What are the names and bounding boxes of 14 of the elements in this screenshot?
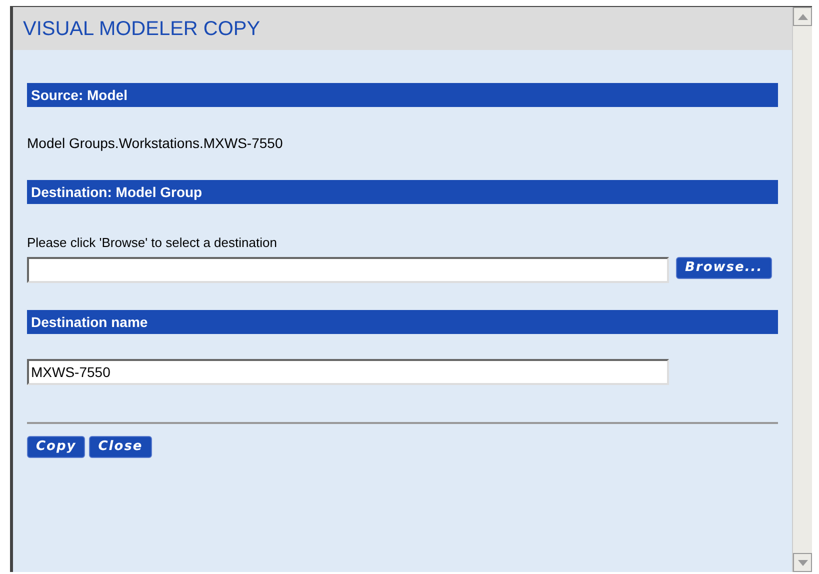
- scrollbar[interactable]: [792, 7, 812, 572]
- action-button[interactable]: Close: [89, 436, 152, 458]
- scroll-up-icon[interactable]: [793, 7, 812, 26]
- source-path: Model Groups.Workstations.MXWS-7550: [27, 134, 284, 153]
- window-title: VISUAL MODELER COPY: [23, 16, 260, 42]
- scroll-down-icon[interactable]: [793, 553, 812, 572]
- section-header: Destination name: [27, 310, 778, 334]
- destination-name-field[interactable]: MXWS-7550: [27, 358, 669, 384]
- action-button[interactable]: Copy: [27, 436, 86, 458]
- section-header: Source: Model: [27, 83, 778, 107]
- action-button[interactable]: Browse...: [676, 256, 772, 278]
- instruction-text: Please click 'Browse' to select a destination: [27, 234, 278, 252]
- section-header: Destination: Model Group: [27, 180, 778, 204]
- destination-field[interactable]: [27, 256, 669, 282]
